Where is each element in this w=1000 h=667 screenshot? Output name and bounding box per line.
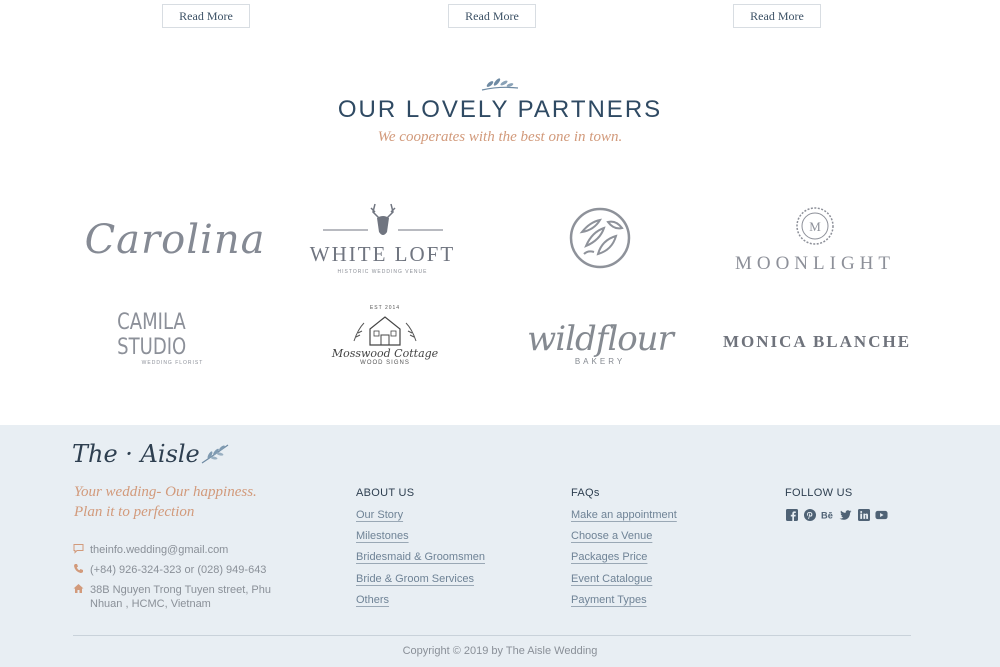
twitter-icon[interactable] <box>839 508 852 521</box>
address-line-1: 38B Nguyen Trong Tuyen street, Phu <box>90 584 272 596</box>
leaf-circle-icon <box>569 207 631 269</box>
cottage-house-icon <box>353 315 417 346</box>
partner-logo-mosswood-cottage[interactable]: EST 2014 Mosswood Cottage WOOD SIGNS <box>330 295 440 375</box>
about-us-heading: ABOUT US <box>356 487 415 499</box>
phone-icon <box>73 563 90 578</box>
facebook-icon[interactable] <box>785 508 798 521</box>
copyright-text: Copyright © 2019 by The Aisle Wedding <box>402 645 598 657</box>
youtube-icon[interactable] <box>875 508 888 521</box>
footer-tagline: Your wedding- Our happiness. Plan it to … <box>74 482 257 522</box>
partners-heading: OUR LOVELY PARTNERS We cooperates with t… <box>0 74 1000 146</box>
home-icon <box>73 583 90 611</box>
partner-logo-camila-studio[interactable]: CAMILA STUDIO WEDDING FLORIST <box>105 310 240 366</box>
link-bridesmaid-groomsmen[interactable]: Bridesmaid & Groomsmen <box>356 551 485 563</box>
leaf-branch-icon <box>481 78 519 91</box>
read-more-button[interactable]: Read More <box>448 4 536 28</box>
phone-text: (+84) 926-324-323 or (028) 949-643 <box>90 564 267 576</box>
deer-head-icon <box>322 203 443 235</box>
partner-logo-white-loft[interactable]: WHITE LOFT HISTORIC WEDDING VENUE <box>305 195 460 280</box>
link-packages-price[interactable]: Packages Price <box>571 551 647 563</box>
partner-logo-monica-blanche[interactable]: MONICA BLANCHE <box>712 328 922 356</box>
white-loft-tagline: HISTORIC WEDDING VENUE <box>337 269 428 275</box>
partner-logo-wildflour[interactable]: wildflour BAKERY <box>500 305 700 380</box>
linkedin-icon[interactable] <box>857 508 870 521</box>
link-event-catalogue[interactable]: Event Catalogue <box>571 573 652 585</box>
white-loft-logo-text: WHITE LOFT <box>309 242 456 266</box>
moonlight-emblem-icon: M <box>796 207 834 245</box>
partner-logo-carolina[interactable]: Carolina <box>85 205 265 275</box>
leaf-branch-icon <box>201 444 229 464</box>
partners-subtitle: We cooperates with the best one in town. <box>377 129 623 145</box>
partner-logo-moonlight[interactable]: M MOONLIGHT <box>710 200 920 280</box>
link-our-story[interactable]: Our Story <box>356 509 403 521</box>
behance-icon[interactable]: Bē <box>821 508 834 521</box>
site-footer: The · Aisle Your wedding- Our happiness.… <box>0 425 1000 667</box>
camila-studio-logo-text: CAMILA STUDIO <box>117 309 187 360</box>
read-more-button[interactable]: Read More <box>162 4 250 28</box>
partner-logo-leaf-circle[interactable] <box>565 203 635 273</box>
chat-bubble-icon <box>73 543 90 558</box>
link-make-appointment[interactable]: Make an appointment <box>571 509 677 521</box>
pinterest-icon[interactable] <box>803 508 816 521</box>
wildflour-tagline: BAKERY <box>574 357 626 366</box>
moonlight-emblem-letter: M <box>809 219 821 234</box>
link-bride-groom-services[interactable]: Bride & Groom Services <box>356 573 474 585</box>
mosswood-tagline: WOOD SIGNS <box>360 359 410 366</box>
camila-studio-tagline: WEDDING FLORIST <box>141 359 204 366</box>
contact-address: 38B Nguyen Trong Tuyen street, Phu Nhuan… <box>73 583 271 611</box>
mosswood-logo-text: Mosswood Cottage <box>331 346 439 360</box>
read-more-button[interactable]: Read More <box>733 4 821 28</box>
faqs-heading: FAQs <box>571 487 600 499</box>
moonlight-logo-text: MOONLIGHT <box>734 253 896 274</box>
tagline-line-1: Your wedding- Our happiness. <box>74 484 257 500</box>
carolina-logo-text: Carolina <box>84 217 266 263</box>
footer-divider <box>73 635 911 636</box>
contact-phone[interactable]: (+84) 926-324-323 or (028) 949-643 <box>73 563 266 578</box>
follow-us-heading: FOLLOW US <box>785 487 853 499</box>
footer-brand[interactable]: The · Aisle <box>72 440 230 468</box>
email-text: theinfo.wedding@gmail.com <box>90 544 229 556</box>
social-links: Bē <box>785 508 888 521</box>
contact-email[interactable]: theinfo.wedding@gmail.com <box>73 543 228 558</box>
partners-title: OUR LOVELY PARTNERS <box>337 96 663 123</box>
brand-name: The · Aisle <box>72 440 200 468</box>
monica-blanche-logo-text: MONICA BLANCHE <box>722 332 912 351</box>
link-others[interactable]: Others <box>356 594 389 606</box>
wildflour-logo-text: wildflour <box>527 319 674 359</box>
link-choose-venue[interactable]: Choose a Venue <box>571 530 652 542</box>
link-milestones[interactable]: Milestones <box>356 530 409 542</box>
link-payment-types[interactable]: Payment Types <box>571 594 647 606</box>
tagline-line-2: Plan it to perfection <box>74 504 195 520</box>
address-line-2: Nhuan , HCMC, Vietnam <box>90 598 211 610</box>
svg-text:Bē: Bē <box>821 510 833 520</box>
